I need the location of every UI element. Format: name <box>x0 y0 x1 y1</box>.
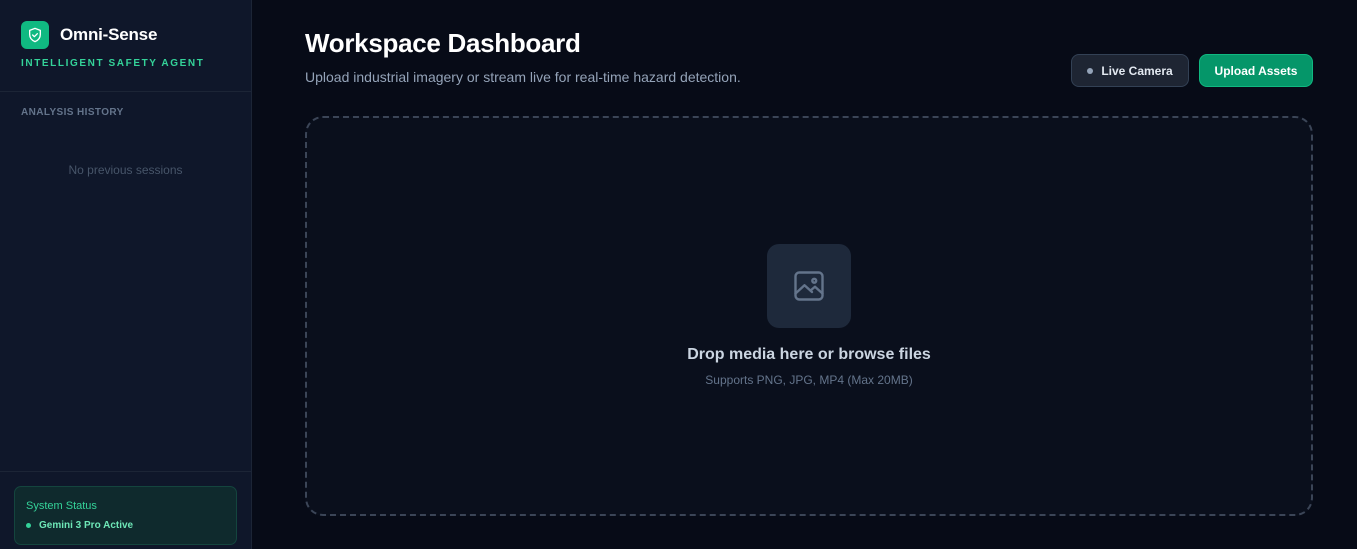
sidebar: Omni-Sense INTELLIGENT SAFETY AGENT ANAL… <box>0 0 252 549</box>
live-indicator-icon <box>1087 67 1094 74</box>
status-dot-icon <box>26 523 31 528</box>
live-camera-button[interactable]: Live Camera <box>1071 54 1189 87</box>
page-subtitle: Upload industrial imagery or stream live… <box>305 69 741 85</box>
upload-assets-label: Upload Assets <box>1214 63 1298 78</box>
main-content: Workspace Dashboard Upload industrial im… <box>252 0 1357 549</box>
history-label: ANALYSIS HISTORY <box>21 107 124 118</box>
history-empty-message: No previous sessions <box>68 163 183 177</box>
brand: Omni-Sense INTELLIGENT SAFETY AGENT <box>0 0 251 92</box>
status-title: System Status <box>26 500 97 512</box>
status-line: Gemini 3 Pro Active <box>26 520 225 531</box>
dropzone-title[interactable]: Drop media here or browse files <box>307 346 1311 364</box>
brand-name: Omni-Sense <box>60 25 158 44</box>
system-status-card: System Status Gemini 3 Pro Active <box>14 486 237 545</box>
upload-assets-button[interactable]: Upload Assets <box>1199 54 1313 87</box>
brand-tagline: INTELLIGENT SAFETY AGENT <box>21 58 205 69</box>
sidebar-footer: System Status Gemini 3 Pro Active <box>0 471 251 549</box>
shield-check-icon <box>21 21 49 49</box>
image-icon <box>767 244 851 328</box>
app-root: Omni-Sense INTELLIGENT SAFETY AGENT ANAL… <box>0 0 1357 549</box>
status-text: Gemini 3 Pro Active <box>39 520 134 531</box>
media-dropzone[interactable]: Drop media here or browse files Supports… <box>305 116 1313 516</box>
live-camera-label: Live Camera <box>1101 63 1173 78</box>
dropzone-hint: Supports PNG, JPG, MP4 (Max 20MB) <box>705 373 913 387</box>
brand-row: Omni-Sense <box>21 21 230 49</box>
page-title: Workspace Dashboard <box>305 28 581 58</box>
